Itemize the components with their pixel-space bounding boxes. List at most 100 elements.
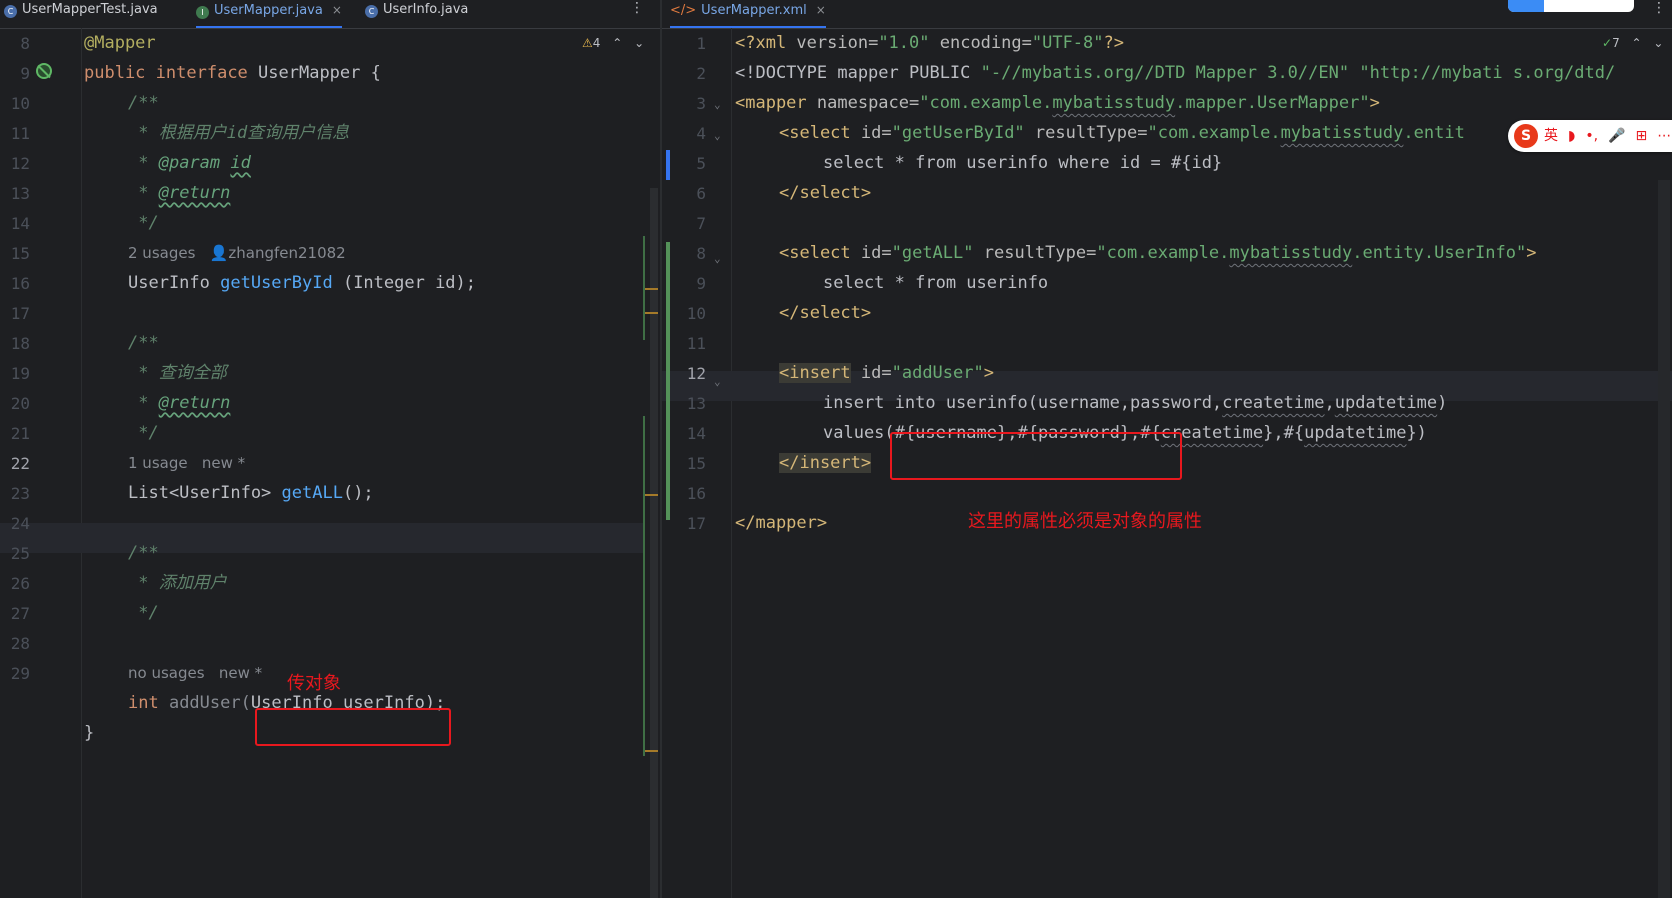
line-number[interactable]: 12 <box>676 364 706 383</box>
chevron-down-icon[interactable]: ⌄ <box>1653 36 1663 50</box>
line-number[interactable]: 19 <box>0 364 30 383</box>
author-hint[interactable]: zhangfen21082 <box>228 244 345 262</box>
line-number[interactable]: 25 <box>0 544 30 563</box>
line-number[interactable]: 13 <box>676 394 706 413</box>
code-line-23[interactable]: /** <box>128 538 159 568</box>
keyboard-icon[interactable]: ⊞ <box>1636 120 1648 152</box>
line-number[interactable]: 11 <box>0 124 30 143</box>
xml-line-9[interactable]: select * from userinfo <box>823 268 1048 298</box>
microphone-icon[interactable]: 🎤 <box>1608 120 1625 152</box>
moon-icon[interactable]: ◗ <box>1568 120 1575 152</box>
line-number[interactable]: 6 <box>676 184 706 203</box>
fold-icon[interactable]: ⌄ <box>714 129 721 142</box>
fold-icon[interactable]: ⌄ <box>714 98 721 111</box>
fold-icon[interactable]: ⌄ <box>714 252 721 265</box>
fold-icon[interactable]: ⌄ <box>714 375 721 388</box>
chevron-up-icon[interactable]: ⌃ <box>612 36 622 50</box>
line-number[interactable]: 16 <box>0 274 30 293</box>
usages-hint[interactable]: no usages <box>128 664 205 682</box>
line-number[interactable]: 23 <box>0 484 30 503</box>
tab-userinfo-java[interactable]: C UserInfo.java <box>365 0 468 28</box>
more-menu-icon[interactable]: ⋮ <box>1652 0 1666 16</box>
line-number[interactable]: 8 <box>676 244 706 263</box>
line-number[interactable]: 14 <box>0 214 30 233</box>
author-hint[interactable]: new * <box>219 664 262 682</box>
line-number[interactable]: 9 <box>676 274 706 293</box>
xml-line-4[interactable]: <select id="getUserById" resultType="com… <box>779 118 1465 148</box>
code-line-20[interactable]: */ <box>128 418 158 448</box>
more-menu-icon[interactable]: ⋮ <box>630 0 644 16</box>
code-line-19[interactable]: * @return <box>128 388 230 418</box>
code-line-12[interactable]: * @param id <box>128 148 251 178</box>
vertical-scrollbar[interactable] <box>650 188 658 898</box>
xml-line-8[interactable]: <select id="getALL" resultType="com.exam… <box>779 238 1536 268</box>
ime-language-toggle[interactable]: 英 <box>1544 120 1558 152</box>
line-number[interactable]: 5 <box>676 154 706 173</box>
inspection-widget[interactable]: ✓7 ⌃ ⌄ <box>1602 36 1663 50</box>
error-stripe-mark[interactable] <box>645 312 658 314</box>
close-icon[interactable]: × <box>816 3 826 17</box>
code-line-10[interactable]: /** <box>128 88 159 118</box>
line-number[interactable]: 20 <box>0 394 30 413</box>
line-number[interactable]: 22 <box>0 454 30 473</box>
line-number[interactable]: 27 <box>0 604 30 623</box>
line-number[interactable]: 21 <box>0 424 30 443</box>
line-number[interactable]: 18 <box>0 334 30 353</box>
code-line-14[interactable]: */ <box>128 208 158 238</box>
xml-line-2[interactable]: <!DOCTYPE mapper PUBLIC "-//mybatis.org/… <box>735 58 1615 88</box>
line-number[interactable]: 11 <box>676 334 706 353</box>
usages-hint[interactable]: 2 usages <box>128 244 195 262</box>
line-number[interactable]: 3 <box>676 94 706 113</box>
line-number[interactable]: 12 <box>0 154 30 173</box>
line-number[interactable]: 8 <box>0 34 30 53</box>
author-hint[interactable]: new * <box>202 454 245 472</box>
more-icon[interactable]: ⋯ <box>1657 120 1671 152</box>
code-vision-hint-1[interactable]: 2 usages 👤zhangfen21082 <box>128 238 346 268</box>
line-number[interactable]: 26 <box>0 574 30 593</box>
line-number[interactable]: 7 <box>676 214 706 233</box>
line-number[interactable]: 24 <box>0 514 30 533</box>
xml-line-13[interactable]: insert into userinfo(username,password,c… <box>823 388 1447 418</box>
chevron-up-icon[interactable]: ⌃ <box>1632 36 1642 50</box>
tab-usermapper-xml[interactable]: </> UserMapper.xml × <box>670 0 826 28</box>
code-line-15[interactable]: UserInfo getUserById (Integer id); <box>128 268 476 298</box>
inspection-widget[interactable]: ⚠4 ⌃ ⌄ <box>582 36 644 50</box>
chevron-down-icon[interactable]: ⌄ <box>634 36 644 50</box>
code-line-11[interactable]: * 根据用户id查询用户信息 <box>128 118 349 148</box>
punctuation-icon[interactable]: •, <box>1585 120 1598 152</box>
line-number[interactable]: 10 <box>0 94 30 113</box>
code-line-28[interactable]: } <box>84 718 94 748</box>
code-vision-hint-2[interactable]: 1 usage new * <box>128 448 245 478</box>
xml-line-5[interactable]: select * from userinfo where id = #{id} <box>823 148 1222 178</box>
xml-line-3[interactable]: <mapper namespace="com.example.mybatisst… <box>735 88 1380 118</box>
code-line-21[interactable]: List<UserInfo> getALL(); <box>128 478 374 508</box>
line-number[interactable]: 15 <box>0 244 30 263</box>
line-number[interactable]: 4 <box>676 124 706 143</box>
implemented-gutter-icon[interactable] <box>36 63 52 79</box>
code-line-24[interactable]: * 添加用户 <box>128 568 226 598</box>
xml-line-15[interactable]: </insert> <box>779 448 872 478</box>
xml-line-6[interactable]: </select> <box>779 178 871 208</box>
line-number[interactable]: 10 <box>676 304 706 323</box>
line-number[interactable]: 13 <box>0 184 30 203</box>
line-number[interactable]: 15 <box>676 454 706 473</box>
line-number[interactable]: 1 <box>676 34 706 53</box>
usages-hint[interactable]: 1 usage <box>128 454 188 472</box>
code-vision-hint-3[interactable]: no usages new * <box>128 658 262 688</box>
xml-line-10[interactable]: </select> <box>779 298 871 328</box>
line-number[interactable]: 14 <box>676 424 706 443</box>
code-line-25[interactable]: */ <box>128 598 158 628</box>
floating-button[interactable] <box>1508 0 1634 12</box>
ime-toolbar[interactable]: S 英 ◗ •, 🎤 ⊞ ⋯ <box>1508 120 1672 152</box>
line-number[interactable]: 16 <box>676 484 706 503</box>
error-stripe-mark[interactable] <box>645 288 658 290</box>
error-stripe-mark[interactable] <box>645 494 658 496</box>
tab-usermapper-java[interactable]: I UserMapper.java × <box>196 0 342 28</box>
xml-line-1[interactable]: <?xml version="1.0" encoding="UTF-8"?> <box>735 28 1124 58</box>
error-stripe-mark[interactable] <box>645 750 658 752</box>
code-line-13[interactable]: * @return <box>128 178 230 208</box>
xml-line-12[interactable]: <insert id="addUser"> <box>779 358 994 388</box>
line-number[interactable]: 17 <box>0 304 30 323</box>
tab-usermappertest-java[interactable]: C UserMapperTest.java <box>4 0 158 28</box>
line-number[interactable]: 2 <box>676 64 706 83</box>
